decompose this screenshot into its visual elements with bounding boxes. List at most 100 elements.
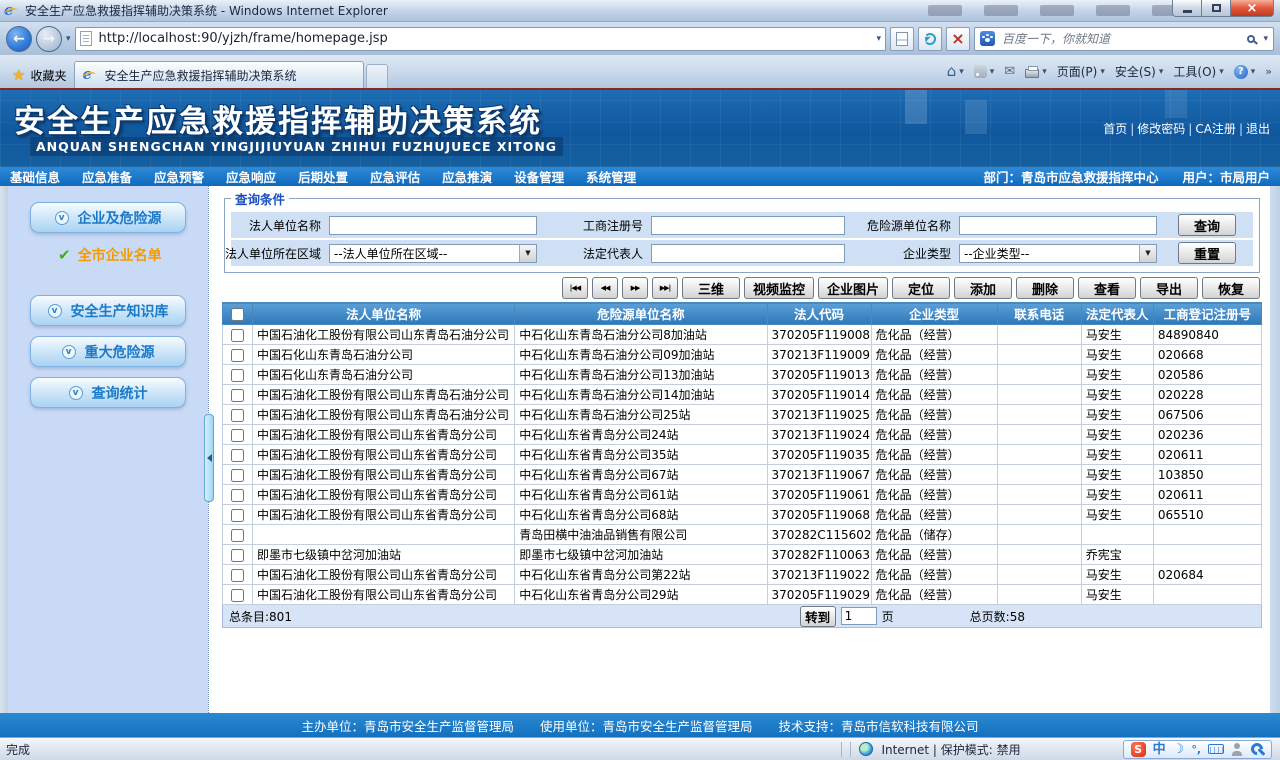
- search-input[interactable]: [1000, 30, 1243, 47]
- row-checkbox[interactable]: [231, 528, 244, 542]
- browser-tab[interactable]: e 安全生产应急救援指挥辅助决策系统: [74, 61, 365, 88]
- tools-menu[interactable]: 工具(O) ▾: [1173, 63, 1223, 80]
- pager-nav-button-1[interactable]: |◀◀: [561, 277, 588, 299]
- table-row[interactable]: 青岛田横中油油品销售有限公司 370282C115602 危化品（储存）: [221, 524, 1263, 545]
- legal-rep-input[interactable]: [651, 243, 845, 263]
- table-row[interactable]: 中国石化山东青岛石油分公司 中石化山东青岛石油分公司09加油站 370213F119…: [221, 344, 1263, 365]
- toolbar-button-4[interactable]: 定位: [892, 277, 950, 299]
- menu-item-1[interactable]: 基础信息: [10, 167, 60, 186]
- feeds-button[interactable]: ▾: [973, 65, 994, 78]
- table-row[interactable]: 中国石油化工股份有限公司山东省青岛分公司 中石化山东省青岛分公司68站 370205…: [221, 504, 1263, 525]
- row-checkbox[interactable]: [231, 468, 244, 482]
- search-button[interactable]: 查询: [1178, 214, 1236, 236]
- menu-item-9[interactable]: 系统管理: [586, 167, 636, 186]
- refresh-button[interactable]: [918, 26, 942, 51]
- punctuation-mode-icon[interactable]: °,: [1191, 744, 1201, 755]
- row-checkbox[interactable]: [231, 388, 244, 402]
- banner-link-4[interactable]: 退出: [1246, 122, 1270, 136]
- goto-page-button[interactable]: 转到: [799, 605, 836, 627]
- home-button[interactable]: ⌂ ▾: [947, 64, 964, 79]
- stop-button[interactable]: ×: [946, 26, 970, 51]
- menu-item-5[interactable]: 后期处置: [298, 167, 348, 186]
- overflow-chevron[interactable]: »: [1265, 65, 1272, 78]
- toolbar-button-7[interactable]: 查看: [1078, 277, 1136, 299]
- legal-name-input[interactable]: [329, 215, 537, 235]
- menu-item-6[interactable]: 应急评估: [370, 167, 420, 186]
- row-checkbox[interactable]: [231, 368, 244, 382]
- sogou-icon[interactable]: S: [1130, 741, 1146, 757]
- menu-item-2[interactable]: 应急准备: [82, 167, 132, 186]
- compatibility-view-button[interactable]: [890, 26, 914, 51]
- table-row[interactable]: 中国石油化工股份有限公司山东省青岛分公司 中石化山东省青岛分公司67站 370213…: [221, 464, 1263, 485]
- back-button[interactable]: ←: [6, 25, 32, 52]
- forward-button[interactable]: →: [36, 25, 62, 52]
- sidebar-section-safety-knowledge[interactable]: v 安全生产知识库: [30, 295, 186, 326]
- row-checkbox[interactable]: [231, 548, 244, 562]
- pager-nav-button-4[interactable]: ▶▶|: [651, 277, 678, 299]
- fullwidth-mode-icon[interactable]: ☽: [1173, 743, 1185, 756]
- menu-item-8[interactable]: 设备管理: [514, 167, 564, 186]
- sidebar-collapse-handle[interactable]: [204, 414, 214, 502]
- select-all-checkbox[interactable]: [231, 308, 244, 321]
- toolbar-button-6[interactable]: 删除: [1016, 277, 1074, 299]
- table-row[interactable]: 中国石油化工股份有限公司山东省青岛分公司 中石化山东省青岛分公司第22站 37021…: [221, 564, 1263, 585]
- soft-keyboard-icon[interactable]: [1208, 744, 1224, 754]
- row-checkbox[interactable]: [231, 448, 244, 462]
- settings-wrench-icon[interactable]: [1250, 742, 1264, 756]
- account-icon[interactable]: [1231, 742, 1243, 756]
- search-dropdown[interactable]: ▾: [1263, 34, 1268, 44]
- print-button[interactable]: ▾: [1025, 65, 1047, 78]
- table-row[interactable]: 中国石化山东青岛石油分公司 中石化山东青岛石油分公司13加油站 370205F119…: [221, 364, 1263, 385]
- table-row[interactable]: 中国石油化工股份有限公司山东青岛石油分公司 中石化山东青岛石油分公司8加油站 370…: [221, 324, 1263, 345]
- close-button[interactable]: ×: [1230, 0, 1274, 17]
- row-checkbox[interactable]: [231, 488, 244, 502]
- url-input[interactable]: [96, 30, 872, 47]
- toolbar-button-3[interactable]: 企业图片: [817, 277, 888, 299]
- table-row[interactable]: 中国石油化工股份有限公司山东青岛石油分公司 中石化山东青岛石油分公司14加油站 37…: [221, 384, 1263, 405]
- banner-link-3[interactable]: CA注册: [1195, 122, 1236, 136]
- sidebar-section-enterprise-hazard[interactable]: v 企业及危险源: [30, 202, 186, 233]
- pager-nav-button-3[interactable]: ▶▶: [621, 277, 648, 299]
- toolbar-button-8[interactable]: 导出: [1140, 277, 1198, 299]
- url-dropdown[interactable]: ▾: [876, 34, 881, 44]
- recent-pages-dropdown[interactable]: ▾: [66, 34, 71, 44]
- table-row[interactable]: 中国石油化工股份有限公司山东省青岛分公司 中石化山东省青岛分公司35站 370205…: [221, 444, 1263, 465]
- banner-link-2[interactable]: 修改密码: [1137, 122, 1185, 136]
- row-checkbox[interactable]: [231, 508, 244, 522]
- table-row[interactable]: 中国石油化工股份有限公司山东省青岛分公司 中石化山东省青岛分公司29站 370205…: [221, 584, 1263, 605]
- table-row[interactable]: 中国石油化工股份有限公司山东省青岛分公司 中石化山东省青岛分公司61站 370205…: [221, 484, 1263, 505]
- sidebar-item-citywide-enterprise-list[interactable]: ✔ 全市企业名单: [58, 245, 208, 265]
- search-icon[interactable]: [1247, 34, 1256, 43]
- toolbar-button-9[interactable]: 恢复: [1202, 277, 1260, 299]
- row-checkbox[interactable]: [231, 588, 244, 602]
- table-row[interactable]: 中国石油化工股份有限公司山东青岛石油分公司 中石化山东青岛石油分公司25站 3702…: [221, 404, 1263, 425]
- favorites-button[interactable]: ★ 收藏夹: [4, 62, 74, 88]
- row-checkbox[interactable]: [231, 428, 244, 442]
- page-menu[interactable]: 页面(P) ▾: [1057, 63, 1105, 80]
- sidebar-section-query-statistics[interactable]: v 查询统计: [30, 377, 186, 408]
- menu-item-3[interactable]: 应急预警: [154, 167, 204, 186]
- minimize-button[interactable]: [1172, 0, 1202, 17]
- new-tab-button[interactable]: [366, 64, 389, 88]
- toolbar-button-2[interactable]: 视频监控: [743, 277, 814, 299]
- toolbar-button-5[interactable]: 添加: [954, 277, 1012, 299]
- table-row[interactable]: 中国石油化工股份有限公司山东省青岛分公司 中石化山东省青岛分公司24站 370213…: [221, 424, 1263, 445]
- row-checkbox[interactable]: [231, 568, 244, 582]
- hazard-name-input[interactable]: [959, 215, 1157, 235]
- region-select[interactable]: --法人单位所在区域-- ▼: [329, 243, 537, 263]
- ent-type-select[interactable]: --企业类型-- ▼: [959, 243, 1157, 263]
- reset-button[interactable]: 重置: [1178, 242, 1236, 264]
- menu-item-7[interactable]: 应急推演: [442, 167, 492, 186]
- pager-nav-button-2[interactable]: ◀◀: [591, 277, 618, 299]
- sidebar-section-major-hazard[interactable]: v 重大危险源: [30, 336, 186, 367]
- page-number-input[interactable]: [840, 607, 877, 625]
- help-menu[interactable]: ? ▾: [1233, 64, 1255, 79]
- menu-item-4[interactable]: 应急响应: [226, 167, 276, 186]
- mail-button[interactable]: ✉: [1004, 65, 1015, 78]
- row-checkbox[interactable]: [231, 348, 244, 362]
- safety-menu[interactable]: 安全(S) ▾: [1115, 63, 1164, 80]
- table-row[interactable]: 即墨市七级镇中岔河加油站 即墨市七级镇中岔河加油站 370282F110063 危化品…: [221, 544, 1263, 565]
- toolbar-button-1[interactable]: 三维: [681, 277, 740, 299]
- reg-no-input[interactable]: [651, 215, 845, 235]
- row-checkbox[interactable]: [231, 328, 244, 342]
